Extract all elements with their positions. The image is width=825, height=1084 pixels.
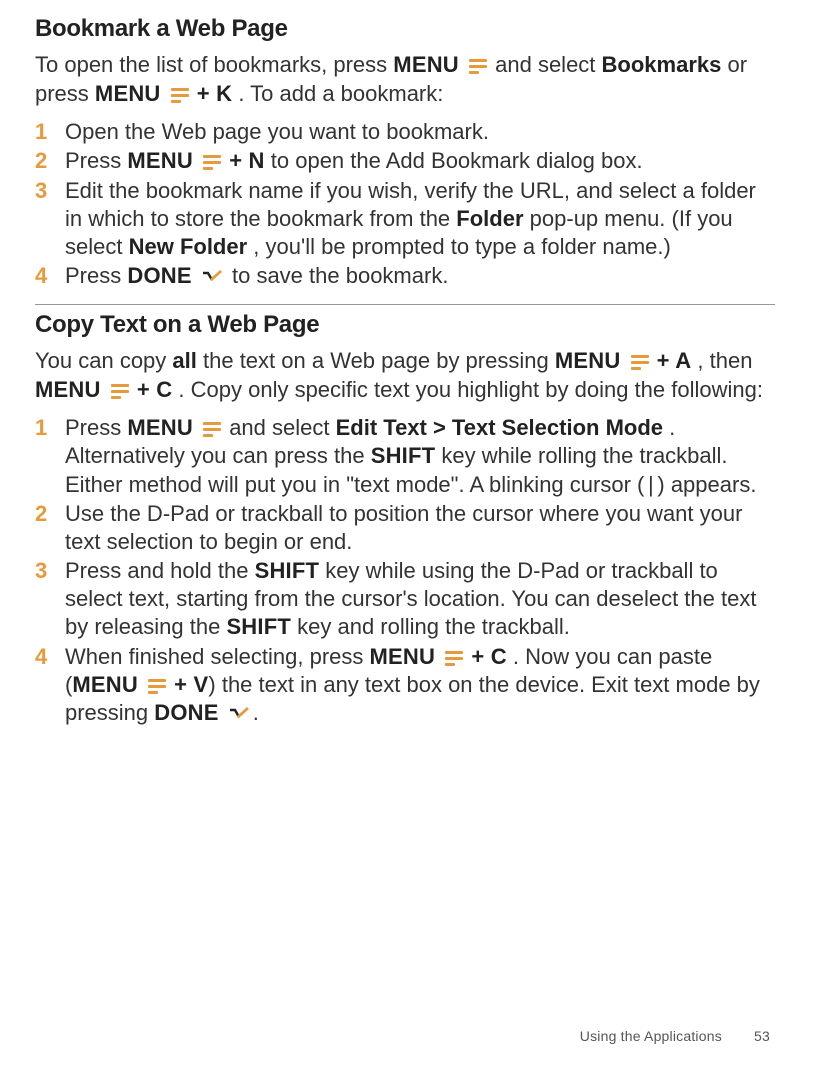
page-number: 53 <box>754 1028 770 1044</box>
section-heading-bookmark: Bookmark a Web Page <box>35 15 775 43</box>
text: key and rolling the trackball. <box>297 614 570 639</box>
text: You can copy <box>35 348 172 373</box>
plus-a-key: + A <box>657 348 692 373</box>
bookmark-steps: Open the Web page you want to bookmark. … <box>35 118 775 290</box>
text: , then <box>697 348 752 373</box>
menu-icon <box>203 155 221 169</box>
text: Press <box>65 263 127 288</box>
edit-text-label: Edit Text > Text Selection Mode <box>336 415 663 440</box>
menu-key: MENU <box>127 415 193 440</box>
folder-label: Folder <box>456 206 523 231</box>
list-item: Press MENU + N to open the Add Bookmark … <box>35 147 775 175</box>
text: . Copy only specific text you highlight … <box>178 377 763 402</box>
text: Use the D-Pad or trackball to position t… <box>65 501 742 554</box>
menu-icon <box>171 88 189 102</box>
all-label: all <box>172 348 196 373</box>
new-folder-label: New Folder <box>129 234 248 259</box>
menu-icon <box>203 422 221 436</box>
plus-v-key: + V <box>174 672 208 697</box>
done-key: DONE <box>127 263 191 288</box>
list-item: Edit the bookmark name if you wish, veri… <box>35 177 775 261</box>
menu-icon <box>148 679 166 693</box>
menu-key: MENU <box>555 348 621 373</box>
list-item: When finished selecting, press MENU + C … <box>35 643 775 727</box>
shift-key: SHIFT <box>255 558 320 583</box>
shift-key: SHIFT <box>226 614 291 639</box>
menu-icon <box>631 355 649 369</box>
footer-label: Using the Applications <box>580 1028 722 1044</box>
text: and select <box>229 415 335 440</box>
text: the text on a Web page by pressing <box>203 348 555 373</box>
plus-c-key: + C <box>137 377 172 402</box>
plus-n-key: + N <box>229 148 264 173</box>
text: and select <box>495 52 601 77</box>
text: . To add a bookmark: <box>238 81 443 106</box>
menu-icon <box>469 59 487 73</box>
done-key: DONE <box>154 700 218 725</box>
list-item: Use the D-Pad or trackball to position t… <box>35 500 775 556</box>
copy-steps: Press MENU and select Edit Text > Text S… <box>35 414 775 727</box>
text: Press and hold the <box>65 558 255 583</box>
text: Press <box>65 148 127 173</box>
text: Press <box>65 415 127 440</box>
menu-icon <box>445 651 463 665</box>
text: , you'll be prompted to type a folder na… <box>253 234 671 259</box>
done-icon <box>229 707 251 721</box>
menu-icon <box>111 384 129 398</box>
text: When finished selecting, press <box>65 644 370 669</box>
done-icon <box>202 270 224 284</box>
copy-intro: You can copy all the text on a Web page … <box>35 347 775 404</box>
list-item: Press DONE to save the bookmark. <box>35 262 775 290</box>
text: To open the list of bookmarks, press <box>35 52 393 77</box>
text: Open the Web page you want to bookmark. <box>65 119 489 144</box>
text: to open the Add Bookmark dialog box. <box>271 148 643 173</box>
list-item: Press MENU and select Edit Text > Text S… <box>35 414 775 498</box>
manual-page: Bookmark a Web Page To open the list of … <box>0 0 825 1084</box>
bookmark-intro: To open the list of bookmarks, press MEN… <box>35 51 775 108</box>
text: to save the bookmark. <box>232 263 448 288</box>
menu-key: MENU <box>393 52 459 77</box>
plus-c-key: + C <box>471 644 506 669</box>
menu-key: MENU <box>72 672 138 697</box>
menu-key: MENU <box>370 644 436 669</box>
plus-k-key: + K <box>197 81 232 106</box>
page-footer: Using the Applications 53 <box>580 1028 770 1044</box>
shift-key: SHIFT <box>371 443 436 468</box>
list-item: Press and hold the SHIFT key while using… <box>35 557 775 641</box>
list-item: Open the Web page you want to bookmark. <box>35 118 775 146</box>
menu-key: MENU <box>95 81 161 106</box>
menu-key: MENU <box>127 148 193 173</box>
section-heading-copy: Copy Text on a Web Page <box>35 304 775 339</box>
menu-key: MENU <box>35 377 101 402</box>
bookmarks-label: Bookmarks <box>602 52 722 77</box>
text: . <box>253 700 259 725</box>
